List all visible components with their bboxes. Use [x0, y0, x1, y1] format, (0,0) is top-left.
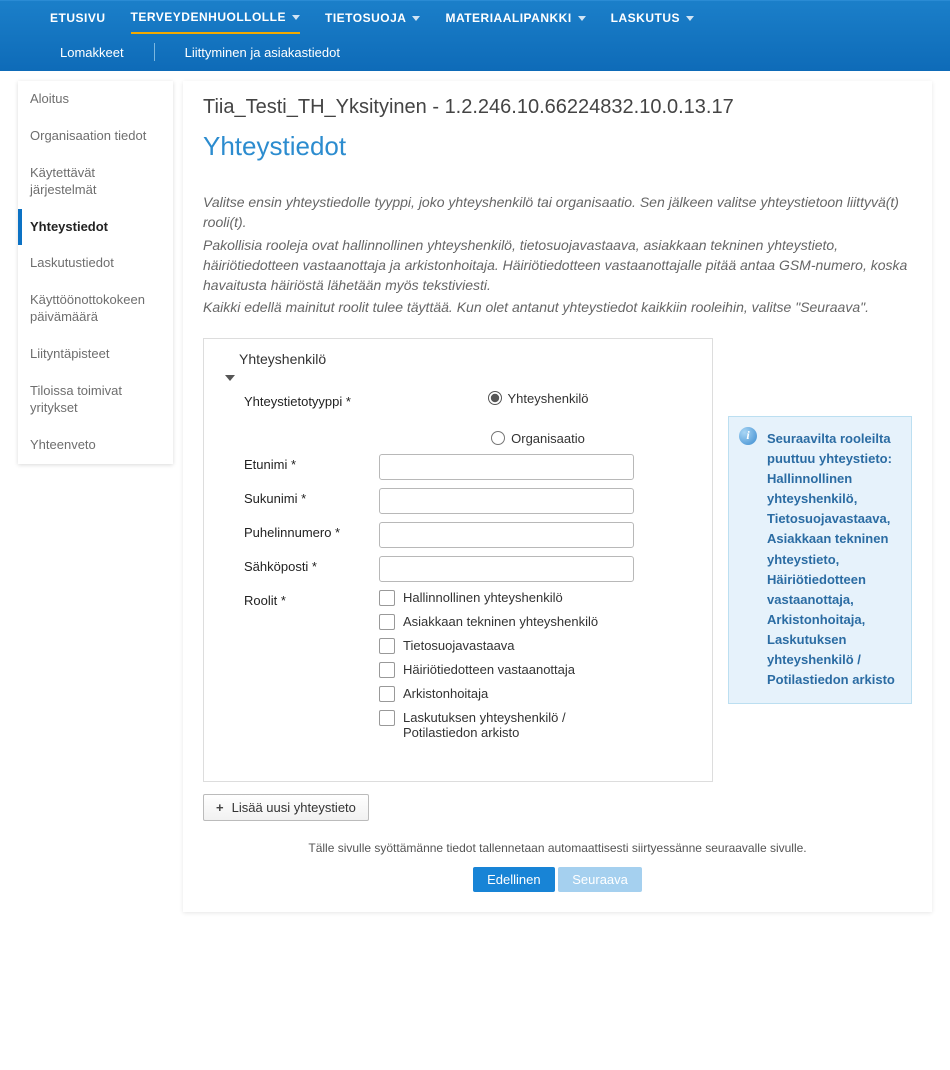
- add-contact-label: Lisää uusi yhteystieto: [232, 800, 356, 815]
- row-roles: Roolit * Hallinnollinen yhteyshenkilö As…: [219, 590, 697, 748]
- roles-checkbox-group: Hallinnollinen yhteyshenkilö Asiakkaan t…: [379, 590, 697, 748]
- sidebar-item-organisaation-tiedot[interactable]: Organisaation tiedot: [18, 118, 173, 155]
- intro-p2: Pakollisia rooleja ovat hallinnollinen y…: [203, 235, 912, 296]
- prev-button[interactable]: Edellinen: [473, 867, 555, 892]
- label-lastname: Sukunimi *: [244, 488, 379, 506]
- radio-organisaatio[interactable]: Organisaatio: [491, 431, 585, 446]
- sidebar-item-yhteenveto[interactable]: Yhteenveto: [18, 427, 173, 464]
- phone-input[interactable]: [379, 522, 634, 548]
- role-arkisto-label: Arkistonhoitaja: [403, 686, 488, 701]
- page-body: Aloitus Organisaation tiedot Käytettävät…: [0, 71, 950, 942]
- radio-organisaatio-label: Organisaatio: [511, 431, 585, 446]
- next-button[interactable]: Seuraava: [558, 867, 642, 892]
- nav-etusivu[interactable]: ETUSIVU: [50, 3, 106, 33]
- radio-organisaatio-input[interactable]: [491, 431, 505, 445]
- intro-p3: Kaikki edellä mainitut roolit tulee täyt…: [203, 297, 912, 317]
- intro-p1: Valitse ensin yhteystiedolle tyyppi, jok…: [203, 192, 912, 233]
- role-laskutus[interactable]: Laskutuksen yhteyshenkilö / Potilastiedo…: [379, 710, 634, 740]
- add-contact-button[interactable]: + Lisää uusi yhteystieto: [203, 794, 369, 821]
- checkbox-icon[interactable]: [379, 590, 395, 606]
- email-input[interactable]: [379, 556, 634, 582]
- contact-card: Yhteyshenkilö Yhteystietotyyppi * Yhteys…: [203, 338, 713, 782]
- role-tietosuoja-label: Tietosuojavastaava: [403, 638, 515, 653]
- role-laskutus-label: Laskutuksen yhteyshenkilö / Potilastiedo…: [403, 710, 634, 740]
- sidebar-item-aloitus[interactable]: Aloitus: [18, 81, 173, 118]
- radio-yhteyshenkilo[interactable]: Yhteyshenkilö: [488, 391, 589, 406]
- type-radio-group: Yhteyshenkilö Organisaatio: [379, 391, 697, 446]
- nav-laskutus-label: LASKUTUS: [611, 11, 680, 25]
- row-firstname: Etunimi *: [219, 454, 697, 480]
- role-hallinnollinen[interactable]: Hallinnollinen yhteyshenkilö: [379, 590, 634, 606]
- nav-materiaalipankki[interactable]: MATERIAALIPANKKI: [445, 3, 585, 33]
- role-tekninen[interactable]: Asiakkaan tekninen yhteyshenkilö: [379, 614, 634, 630]
- sidebar-item-yhteystiedot[interactable]: Yhteystiedot: [18, 209, 173, 246]
- page-title: Yhteystiedot: [203, 131, 912, 162]
- top-navigation: ETUSIVU TERVEYDENHUOLLOLLE TIETOSUOJA MA…: [0, 0, 950, 71]
- sidebar-item-kayttoonottokokeen-paivamaara[interactable]: Käyttöönottokokeen päivämäärä: [18, 282, 173, 336]
- label-firstname: Etunimi *: [244, 454, 379, 472]
- topnav-secondary-row: Lomakkeet Liittyminen ja asiakastiedot: [0, 35, 950, 71]
- role-hallinnollinen-label: Hallinnollinen yhteyshenkilö: [403, 590, 563, 605]
- label-roles: Roolit *: [244, 590, 379, 608]
- card-header: Yhteyshenkilö: [219, 349, 697, 375]
- sidebar-item-kaytettavat-jarjestelmat[interactable]: Käytettävät järjestelmät: [18, 155, 173, 209]
- topnav-primary-row: ETUSIVU TERVEYDENHUOLLOLLE TIETOSUOJA MA…: [0, 1, 950, 35]
- row-phone: Puhelinnumero *: [219, 522, 697, 548]
- nav-laskutus[interactable]: LASKUTUS: [611, 3, 694, 33]
- plus-icon: +: [216, 800, 224, 815]
- label-type: Yhteystietotyyppi *: [244, 391, 379, 409]
- row-type: Yhteystietotyyppi * Yhteyshenkilö Organi…: [219, 391, 697, 446]
- subnav-liittyminen[interactable]: Liittyminen ja asiakastiedot: [185, 45, 340, 60]
- nav-tietosuoja-label: TIETOSUOJA: [325, 11, 406, 25]
- form-columns: Yhteyshenkilö Yhteystietotyyppi * Yhteys…: [203, 338, 912, 782]
- label-email: Sähköposti *: [244, 556, 379, 574]
- checkbox-icon[interactable]: [379, 710, 395, 726]
- sidebar: Aloitus Organisaation tiedot Käytettävät…: [18, 81, 173, 464]
- checkbox-icon[interactable]: [379, 638, 395, 654]
- sidebar-item-laskutustiedot[interactable]: Laskutustiedot: [18, 245, 173, 282]
- chevron-down-icon: [686, 16, 694, 21]
- radio-yhteyshenkilo-label: Yhteyshenkilö: [508, 391, 589, 406]
- row-lastname: Sukunimi *: [219, 488, 697, 514]
- label-phone: Puhelinnumero *: [244, 522, 379, 540]
- chevron-down-icon[interactable]: [225, 375, 235, 381]
- sidebar-item-tiloissa-toimivat-yritykset[interactable]: Tiloissa toimivat yritykset: [18, 373, 173, 427]
- role-hairio[interactable]: Häiriötiedotteen vastaanottaja: [379, 662, 634, 678]
- chevron-down-icon: [292, 15, 300, 20]
- info-box: i Seuraavilta rooleilta puuttuu yhteysti…: [728, 416, 912, 704]
- nav-terveydenhuollolle[interactable]: TERVEYDENHUOLLOLLE: [131, 2, 300, 34]
- checkbox-icon[interactable]: [379, 614, 395, 630]
- intro-text: Valitse ensin yhteystiedolle tyyppi, jok…: [203, 192, 912, 318]
- checkbox-icon[interactable]: [379, 662, 395, 678]
- chevron-down-icon: [578, 16, 586, 21]
- info-text: Seuraavilta rooleilta puuttuu yhteystiet…: [767, 431, 895, 688]
- role-tekninen-label: Asiakkaan tekninen yhteyshenkilö: [403, 614, 598, 629]
- role-tietosuoja[interactable]: Tietosuojavastaava: [379, 638, 634, 654]
- main-content: Tiia_Testi_TH_Yksityinen - 1.2.246.10.66…: [183, 81, 932, 912]
- button-row: Edellinen Seuraava: [203, 867, 912, 892]
- nav-terveydenhuollolle-label: TERVEYDENHUOLLOLLE: [131, 10, 286, 24]
- breadcrumb: Tiia_Testi_TH_Yksityinen - 1.2.246.10.66…: [203, 96, 912, 119]
- firstname-input[interactable]: [379, 454, 634, 480]
- lastname-input[interactable]: [379, 488, 634, 514]
- subnav-lomakkeet[interactable]: Lomakkeet: [60, 45, 124, 60]
- sidebar-item-liityntapisteet[interactable]: Liityntäpisteet: [18, 336, 173, 373]
- autosave-note: Tälle sivulle syöttämänne tiedot tallenn…: [203, 841, 912, 855]
- row-email: Sähköposti *: [219, 556, 697, 582]
- role-arkisto[interactable]: Arkistonhoitaja: [379, 686, 634, 702]
- chevron-down-icon: [412, 16, 420, 21]
- role-hairio-label: Häiriötiedotteen vastaanottaja: [403, 662, 575, 677]
- nav-tietosuoja[interactable]: TIETOSUOJA: [325, 3, 420, 33]
- radio-yhteyshenkilo-input[interactable]: [488, 391, 502, 405]
- divider: [154, 43, 155, 61]
- nav-materiaalipankki-label: MATERIAALIPANKKI: [445, 11, 571, 25]
- checkbox-icon[interactable]: [379, 686, 395, 702]
- info-icon: i: [739, 427, 757, 445]
